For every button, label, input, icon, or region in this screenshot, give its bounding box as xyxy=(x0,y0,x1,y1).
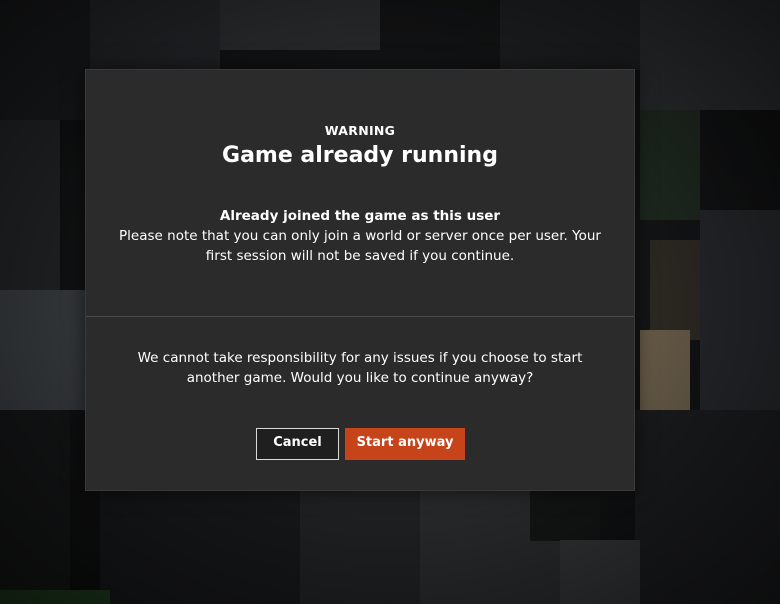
disclaimer-text: We cannot take responsibility for any is… xyxy=(137,350,583,386)
game-already-running-dialog: WARNING Game already running Already joi… xyxy=(85,69,635,491)
dialog-title: Game already running xyxy=(222,143,498,168)
cancel-button[interactable]: Cancel xyxy=(256,428,339,460)
notice-heading: Already joined the game as this user xyxy=(219,208,501,224)
dialog-actions: Cancel Start anyway xyxy=(86,428,634,460)
start-anyway-button[interactable]: Start anyway xyxy=(345,428,465,460)
notice-message: Already joined the game as this user Ple… xyxy=(106,206,614,266)
warning-label: WARNING xyxy=(324,123,396,138)
divider xyxy=(86,316,634,317)
notice-body: Please note that you can only join a wor… xyxy=(119,228,601,264)
